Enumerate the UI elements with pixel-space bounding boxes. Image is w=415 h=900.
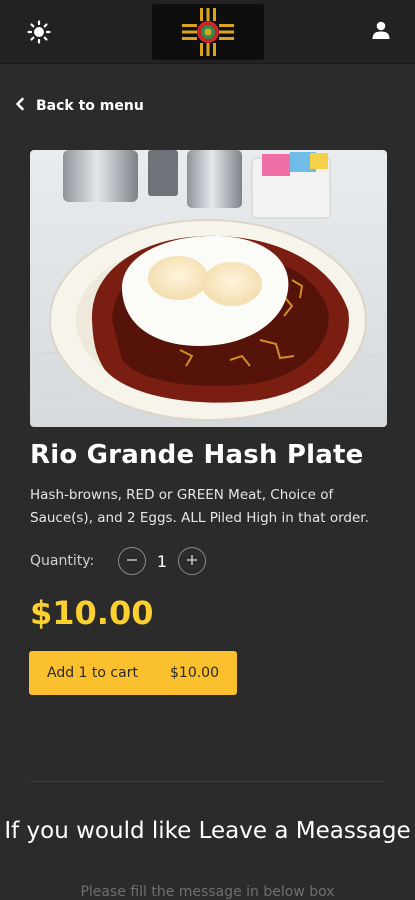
quantity-stepper: Quantity: 1 — [30, 546, 206, 576]
product-description: Hash-browns, RED or GREEN Meat, Choice o… — [30, 487, 369, 526]
increase-quantity-button[interactable] — [178, 547, 206, 575]
zia-sun-logo[interactable] — [152, 4, 264, 60]
quantity-label: Quantity: — [30, 553, 95, 569]
user-icon[interactable] — [371, 20, 391, 40]
add-to-cart-button[interactable]: Add 1 to cart $10.00 — [29, 651, 237, 695]
product-price: $10.00 — [30, 594, 154, 632]
section-divider — [30, 781, 385, 782]
back-to-menu-link[interactable]: Back to menu — [14, 94, 144, 118]
add-to-cart-price: $10.00 — [170, 665, 219, 681]
minus-icon — [125, 553, 139, 570]
message-section-title: If you would like Leave a Meassage — [4, 818, 411, 844]
message-section-subtitle: Please fill the message in below box — [80, 884, 335, 900]
decrease-quantity-button[interactable] — [118, 547, 146, 575]
hash-plate-photo — [30, 150, 387, 427]
plus-icon — [185, 553, 199, 570]
quantity-value: 1 — [156, 551, 168, 571]
add-to-cart-label: Add 1 to cart — [47, 665, 138, 681]
chevron-left-icon — [14, 97, 26, 115]
back-label: Back to menu — [36, 98, 144, 114]
top-bar — [0, 0, 415, 64]
sun-icon[interactable] — [27, 20, 51, 44]
product-title: Rio Grande Hash Plate — [30, 440, 364, 470]
